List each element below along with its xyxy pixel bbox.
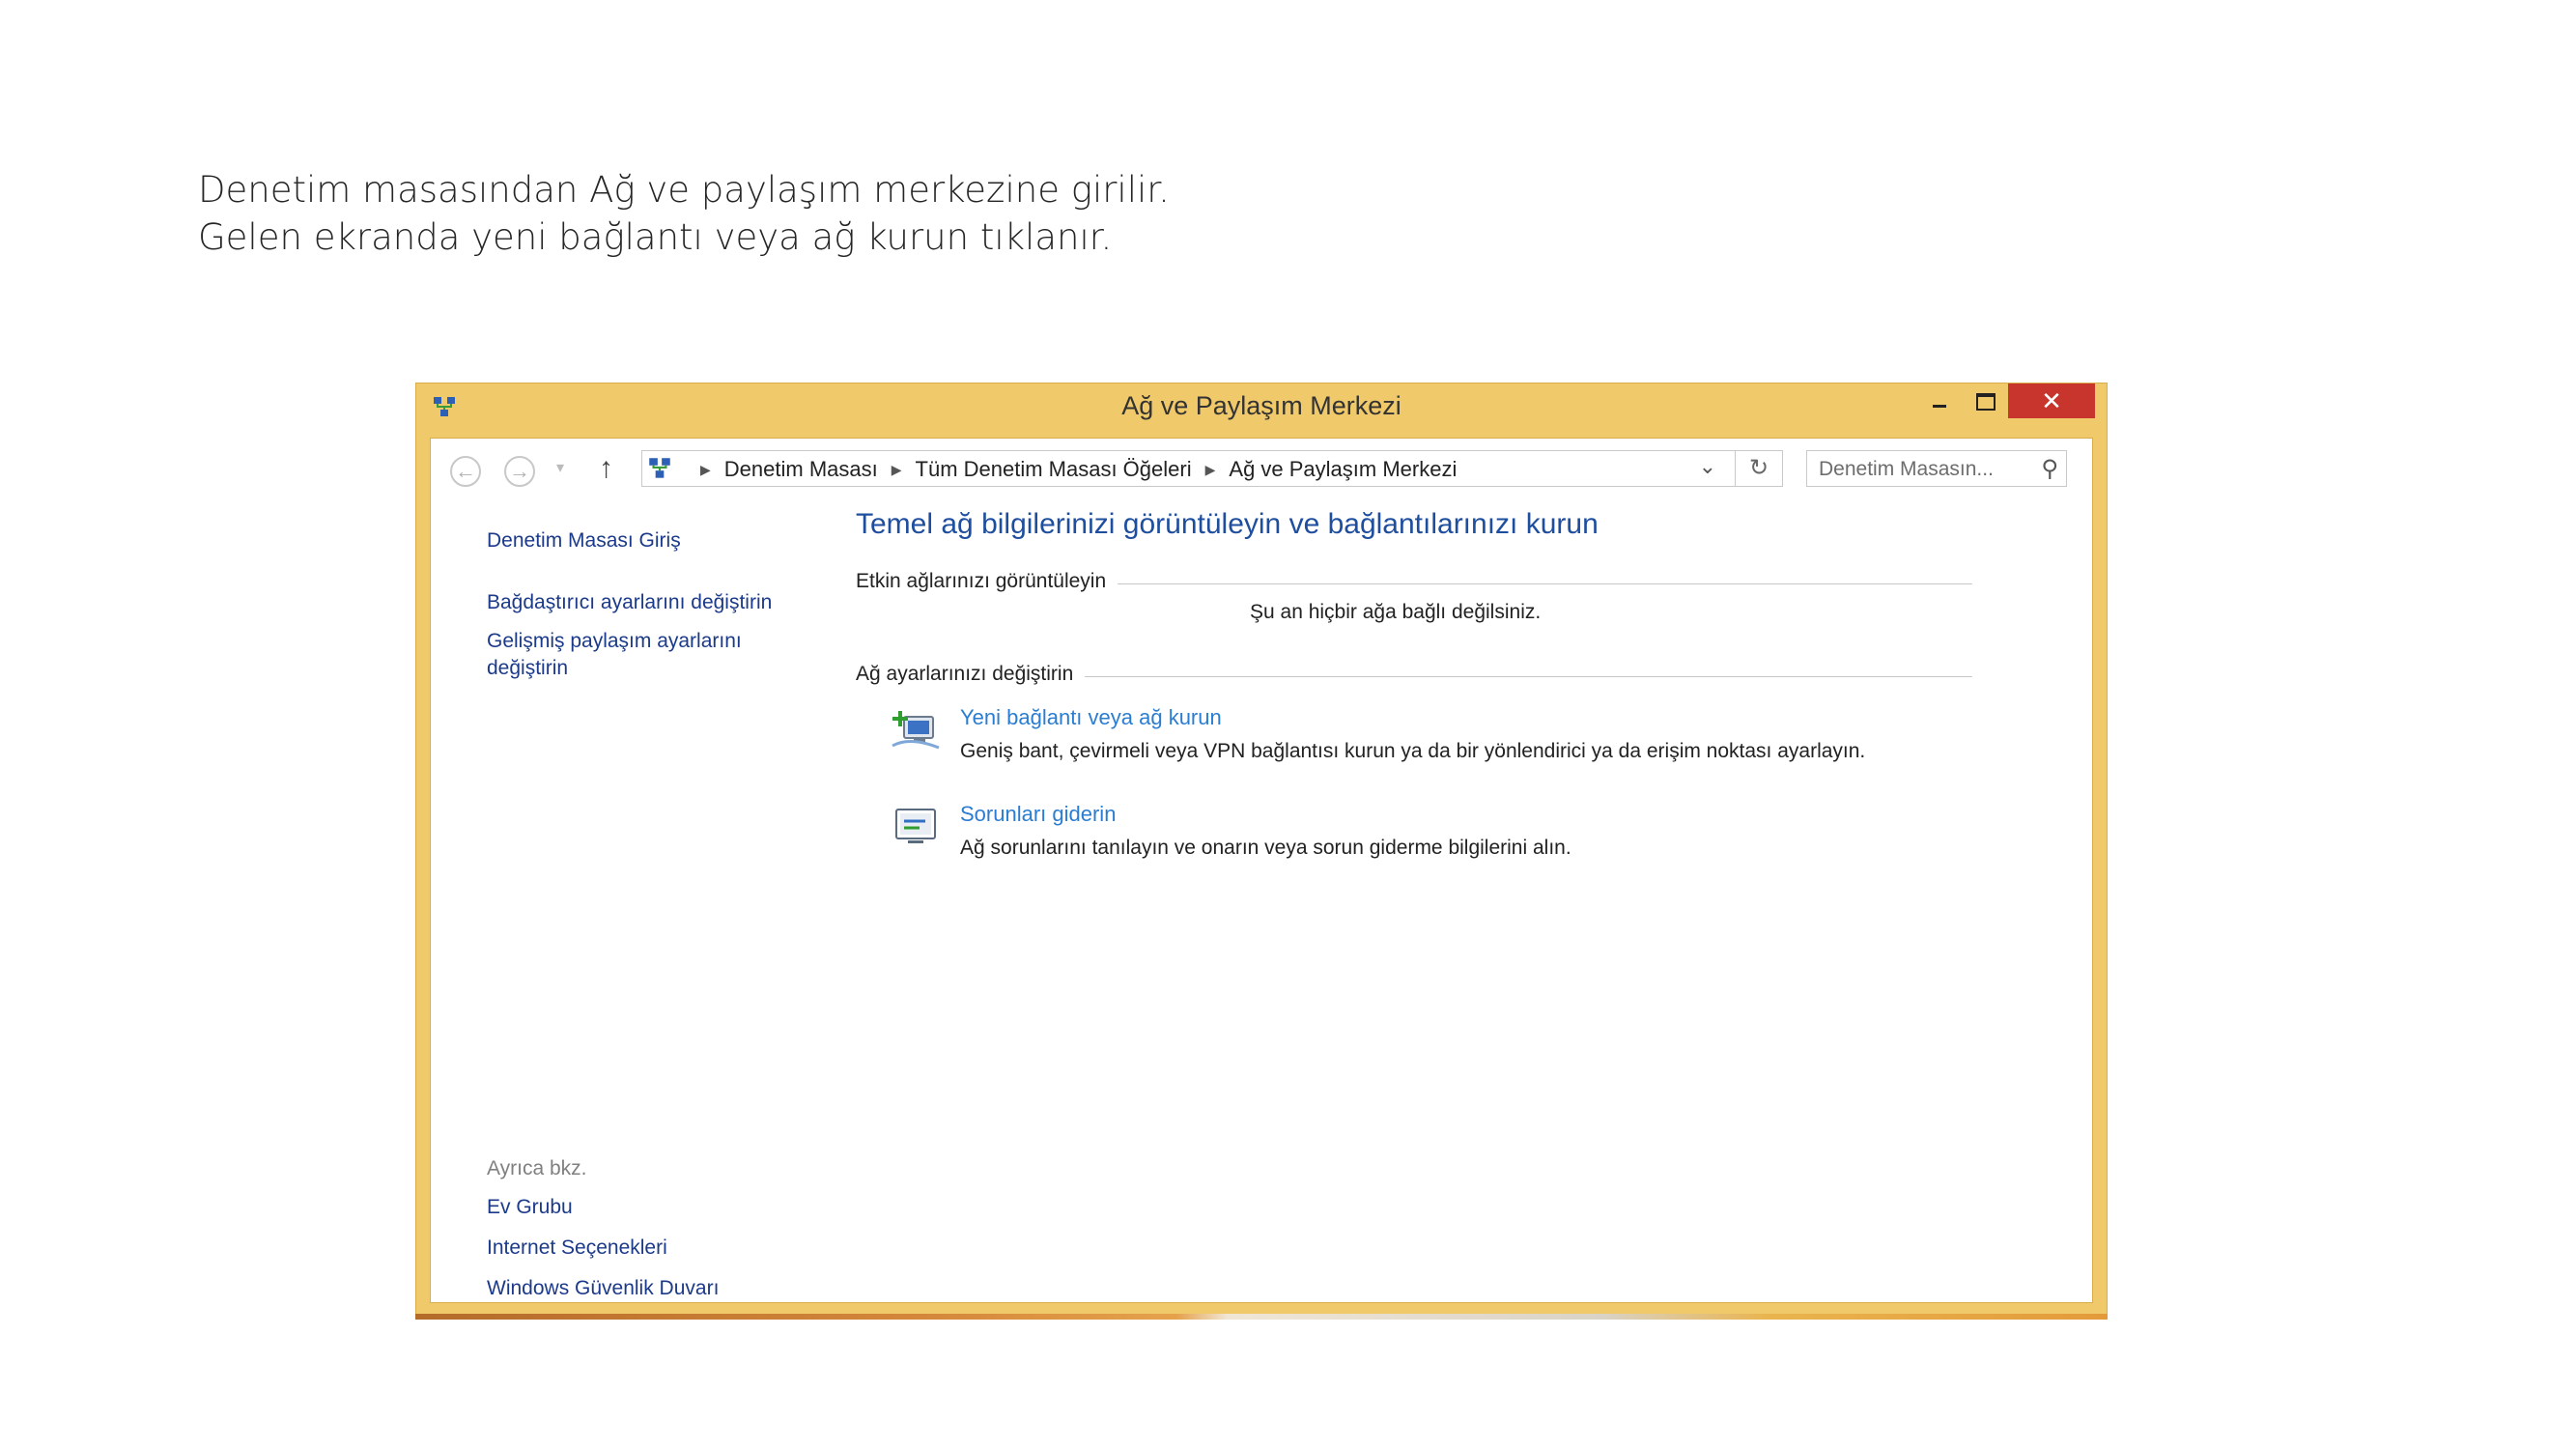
caption-line-1: Denetim masasından Ağ ve paylaşım merkez… xyxy=(198,169,1170,211)
see-also-section: Ayrıca bkz. Ev Grubu Internet Seçenekler… xyxy=(487,1157,719,1316)
troubleshoot-link[interactable]: Sorunları giderin xyxy=(960,802,1116,827)
control-panel-icon xyxy=(649,458,670,478)
minimize-icon xyxy=(1933,405,1946,408)
network-sharing-center-window: Ağ ve Paylaşım Merkezi ✕ ← → ▾ ↑ ▶ Deneti… xyxy=(415,383,2108,1320)
active-networks-section: Etkin ağlarınızı görüntüleyin xyxy=(856,570,2082,599)
recent-locations-chevron-icon[interactable]: ▾ xyxy=(556,458,564,477)
back-button[interactable]: ← xyxy=(450,456,481,487)
connection-status-text: Şu an hiçbir ağa bağlı değilsiniz. xyxy=(1250,601,1542,623)
breadcrumb-all-items[interactable]: Tüm Denetim Masası Öğeleri xyxy=(916,457,1192,481)
window-client-area: ← → ▾ ↑ ▶ Denetim Masası ▶ Tüm Denetim Masa… xyxy=(430,438,2093,1303)
search-input[interactable] xyxy=(1817,455,2024,484)
caption-line-2: Gelen ekranda yeni bağlantı veya ağ kuru… xyxy=(198,216,1113,258)
breadcrumb: ▶ Denetim Masası ▶ Tüm Denetim Masası Öğele… xyxy=(687,457,1457,482)
see-also-homegroup[interactable]: Ev Grubu xyxy=(487,1194,719,1221)
search-box[interactable]: ⚲ xyxy=(1806,450,2067,487)
task-troubleshoot: Sorunları giderin Ağ sorunlarını tanılay… xyxy=(856,802,2082,871)
troubleshoot-icon[interactable] xyxy=(891,804,941,848)
breadcrumb-network-center[interactable]: Ağ ve Paylaşım Merkezi xyxy=(1229,457,1457,481)
chevron-right-icon[interactable]: ▶ xyxy=(700,462,711,477)
refresh-button[interactable]: ↻ xyxy=(1735,451,1782,486)
close-icon: ✕ xyxy=(2041,386,2062,415)
nav-control-panel-home[interactable]: Denetim Masası Giriş xyxy=(487,527,815,554)
active-networks-heading: Etkin ağlarınızı görüntüleyin xyxy=(856,570,1118,592)
up-arrow-icon[interactable]: ↑ xyxy=(599,452,613,485)
maximize-button[interactable] xyxy=(1964,384,2008,418)
see-also-heading: Ayrıca bkz. xyxy=(487,1157,587,1179)
address-dropdown-chevron-icon[interactable]: ⌄ xyxy=(1699,454,1716,479)
change-settings-section: Ağ ayarlarınızı değiştirin xyxy=(856,663,2082,692)
task-new-connection: Yeni bağlantı veya ağ kurun Geniş bant, … xyxy=(856,705,2082,775)
refresh-icon: ↻ xyxy=(1748,455,1769,481)
forward-button[interactable]: → xyxy=(504,456,535,487)
nav-change-adapter-settings[interactable]: Bağdaştırıcı ayarlarını değiştirin xyxy=(487,589,815,616)
see-also-internet-options[interactable]: Internet Seçenekleri xyxy=(487,1235,719,1262)
chevron-right-icon[interactable]: ▶ xyxy=(892,462,902,477)
slide-caption: Denetim masasından Ağ ve paylaşım merkez… xyxy=(198,166,1170,261)
window-title: Ağ ve Paylaşım Merkezi xyxy=(1121,391,1401,420)
left-navigation: Denetim Masası Giriş Bağdaştırıcı ayarla… xyxy=(487,527,815,682)
taskbar-strip xyxy=(415,1314,2108,1320)
chevron-right-icon[interactable]: ▶ xyxy=(1205,462,1216,477)
maximize-icon xyxy=(1976,393,1996,411)
title-bar[interactable]: Ağ ve Paylaşım Merkezi ✕ xyxy=(416,384,2107,432)
new-connection-description: Geniş bant, çevirmeli veya VPN bağlantıs… xyxy=(960,740,1866,762)
new-connection-icon[interactable] xyxy=(891,707,941,752)
breadcrumb-control-panel[interactable]: Denetim Masası xyxy=(724,457,878,481)
see-also-windows-firewall[interactable]: Windows Güvenlik Duvarı xyxy=(487,1275,719,1302)
new-connection-link[interactable]: Yeni bağlantı veya ağ kurun xyxy=(960,705,1222,730)
address-bar[interactable]: ▶ Denetim Masası ▶ Tüm Denetim Masası Öğele… xyxy=(641,450,1783,487)
page-title: Temel ağ bilgilerinizi görüntüleyin ve b… xyxy=(856,508,1599,540)
nav-advanced-sharing-settings[interactable]: Gelişmiş paylaşım ayarlarını değiştirin xyxy=(487,628,777,682)
troubleshoot-description: Ağ sorunlarını tanılayın ve onarın veya … xyxy=(960,837,1571,859)
change-settings-heading: Ağ ayarlarınızı değiştirin xyxy=(856,663,1086,685)
navigation-bar: ← → ▾ ↑ ▶ Denetim Masası ▶ Tüm Denetim Masa… xyxy=(431,439,2092,500)
main-content: Temel ağ bilgilerinizi görüntüleyin ve b… xyxy=(856,508,2082,871)
search-icon[interactable]: ⚲ xyxy=(2041,455,2058,483)
minimize-button[interactable] xyxy=(1917,384,1962,418)
close-button[interactable]: ✕ xyxy=(2008,384,2095,418)
